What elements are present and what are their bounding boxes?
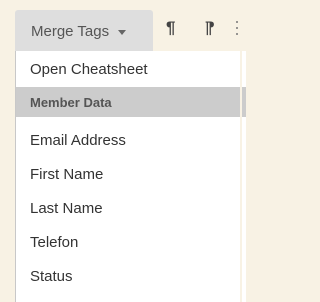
- merge-tag-status[interactable]: Status: [16, 259, 246, 293]
- editor-toolbar: Merge Tags ¶ ¶: [0, 0, 242, 52]
- merge-tags-dropdown: Open Cheatsheet Member Data Email Addres…: [15, 51, 246, 302]
- merge-tag-telefon[interactable]: Telefon: [16, 225, 246, 259]
- merge-tag-last-name[interactable]: Last Name: [16, 191, 246, 225]
- more-vertical-icon[interactable]: [236, 21, 239, 35]
- merge-tag-email-address[interactable]: Email Address: [16, 123, 246, 157]
- merge-tag-first-name[interactable]: First Name: [16, 157, 246, 191]
- page-edge: [240, 51, 242, 302]
- paragraph-rtl-icon[interactable]: ¶: [205, 18, 214, 37]
- chevron-down-icon: [118, 29, 127, 35]
- member-data-header: Member Data: [16, 87, 246, 117]
- paragraph-ltr-icon[interactable]: ¶: [166, 19, 175, 36]
- open-cheatsheet-item[interactable]: Open Cheatsheet: [16, 51, 246, 87]
- merge-tags-label: Merge Tags: [31, 22, 110, 40]
- merge-tags-button[interactable]: Merge Tags: [15, 10, 153, 52]
